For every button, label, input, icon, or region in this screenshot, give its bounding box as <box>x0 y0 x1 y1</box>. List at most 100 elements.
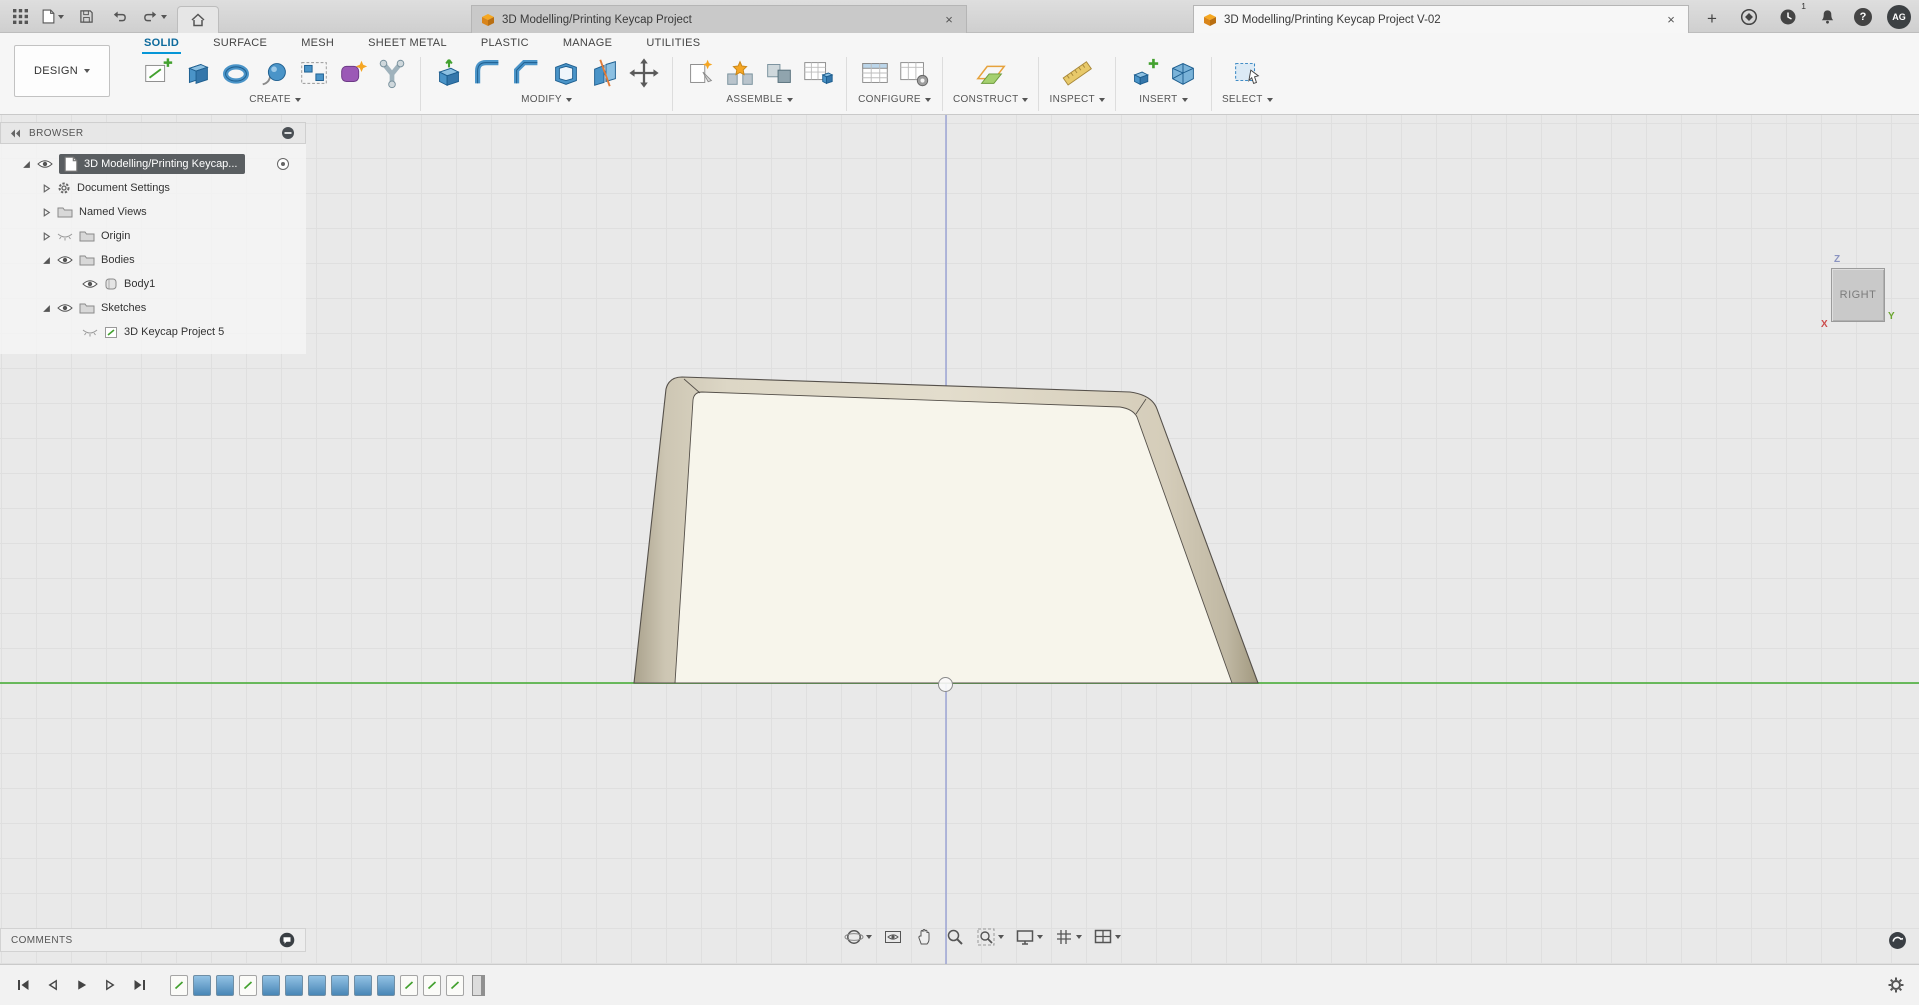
visibility-eye-icon[interactable] <box>82 279 98 289</box>
keycap-body[interactable] <box>634 377 1258 683</box>
user-avatar[interactable]: AG <box>1887 5 1911 29</box>
extrude-feature-icon[interactable] <box>285 975 303 996</box>
configure-icon[interactable] <box>857 55 893 91</box>
sketch-feature-icon[interactable] <box>239 975 257 996</box>
assemble-dropdown[interactable]: ASSEMBLE <box>726 94 792 105</box>
tab-utilities[interactable]: UTILITIES <box>644 35 702 54</box>
pipe-icon[interactable] <box>374 55 410 91</box>
step-forward-icon[interactable] <box>101 976 119 994</box>
job-status-icon[interactable]: 1 <box>1776 5 1800 29</box>
tab-solid[interactable]: SOLID <box>142 35 181 54</box>
collapsed-arrow-icon[interactable] <box>42 208 51 217</box>
look-at-icon[interactable] <box>881 925 905 949</box>
press-pull-icon[interactable] <box>431 55 467 91</box>
minimize-panel-icon[interactable] <box>281 126 295 140</box>
view-cube-face-label[interactable]: RIGHT <box>1840 289 1877 301</box>
sweep-icon[interactable] <box>257 55 293 91</box>
close-icon[interactable]: × <box>941 12 957 27</box>
revolve-icon[interactable] <box>218 55 254 91</box>
measure-icon[interactable] <box>1059 55 1095 91</box>
as-built-joint-icon[interactable] <box>761 55 797 91</box>
activate-component-radio[interactable] <box>276 157 290 171</box>
browser-item-document-settings[interactable]: Document Settings <box>0 176 306 200</box>
new-tab-button[interactable]: + <box>1700 5 1724 33</box>
derive-icon[interactable] <box>1126 55 1162 91</box>
create-dropdown[interactable]: CREATE <box>249 94 301 105</box>
play-icon[interactable] <box>72 976 90 994</box>
browser-item-body1[interactable]: Body1 <box>0 272 306 296</box>
step-back-icon[interactable] <box>43 976 61 994</box>
pattern-icon[interactable] <box>296 55 332 91</box>
inspect-dropdown[interactable]: INSPECT <box>1049 94 1104 105</box>
browser-header[interactable]: BROWSER <box>0 122 306 144</box>
collapsed-arrow-icon[interactable] <box>42 232 51 241</box>
extrude-icon[interactable] <box>179 55 215 91</box>
configure-dropdown[interactable]: CONFIGURE <box>858 94 931 105</box>
rigid-group-icon[interactable] <box>800 55 836 91</box>
browser-item-sketch[interactable]: 3D Keycap Project 5 <box>0 320 306 344</box>
select-dropdown[interactable]: SELECT <box>1222 94 1273 105</box>
redo-button[interactable] <box>142 9 167 24</box>
fit-icon[interactable] <box>974 925 1006 949</box>
skip-start-icon[interactable] <box>14 976 32 994</box>
tab-mesh[interactable]: MESH <box>299 35 336 54</box>
viewports-icon[interactable] <box>1091 925 1123 949</box>
new-component-icon[interactable] <box>683 55 719 91</box>
browser-item-named-views[interactable]: Named Views <box>0 200 306 224</box>
extrude-feature-icon[interactable] <box>377 975 395 996</box>
tab-manage[interactable]: MANAGE <box>561 35 614 54</box>
extrude-feature-icon[interactable] <box>354 975 372 996</box>
insert-dropdown[interactable]: INSERT <box>1139 94 1187 105</box>
origin-point[interactable] <box>938 677 953 692</box>
sketch-feature-icon[interactable] <box>446 975 464 996</box>
extrude-feature-icon[interactable] <box>331 975 349 996</box>
timeline-end-marker[interactable] <box>472 975 485 996</box>
document-tab[interactable]: 3D Modelling/Printing Keycap Project × <box>471 5 967 33</box>
sketch-feature-icon[interactable] <box>423 975 441 996</box>
grid-settings-icon[interactable] <box>1052 925 1084 949</box>
browser-item-sketches[interactable]: Sketches <box>0 296 306 320</box>
tab-surface[interactable]: SURFACE <box>211 35 269 54</box>
comments-bar[interactable]: COMMENTS <box>0 928 306 952</box>
sync-status-icon[interactable] <box>1888 931 1907 950</box>
pan-icon[interactable] <box>912 925 936 949</box>
modify-dropdown[interactable]: MODIFY <box>521 94 572 105</box>
orbit-icon[interactable] <box>842 925 874 949</box>
fillet-icon[interactable] <box>470 55 506 91</box>
visibility-eye-off-icon[interactable] <box>57 231 73 241</box>
viewport-canvas[interactable]: RIGHT Z Y X BROWSER 3D Modelling/Printin… <box>0 115 1919 964</box>
extrude-feature-icon[interactable] <box>308 975 326 996</box>
view-cube[interactable]: RIGHT Z Y X <box>1831 268 1885 322</box>
extrude-feature-icon[interactable] <box>193 975 211 996</box>
tab-plastic[interactable]: PLASTIC <box>479 35 531 54</box>
shell-icon[interactable] <box>548 55 584 91</box>
display-settings-icon[interactable] <box>1013 925 1045 949</box>
app-grid-icon[interactable] <box>8 5 32 29</box>
visibility-eye-icon[interactable] <box>57 303 73 313</box>
visibility-eye-icon[interactable] <box>37 159 53 169</box>
notifications-bell-icon[interactable] <box>1815 5 1839 29</box>
move-copy-icon[interactable] <box>626 55 662 91</box>
visibility-eye-icon[interactable] <box>57 255 73 265</box>
settings-gear-icon[interactable] <box>1887 976 1905 994</box>
browser-item-bodies[interactable]: Bodies <box>0 248 306 272</box>
expand-arrow-icon[interactable] <box>22 160 31 169</box>
extrude-feature-icon[interactable] <box>262 975 280 996</box>
comments-bubble-icon[interactable] <box>279 932 295 948</box>
insert-mesh-icon[interactable] <box>1165 55 1201 91</box>
create-sketch-icon[interactable] <box>140 55 176 91</box>
tab-sheet-metal[interactable]: SHEET METAL <box>366 35 449 54</box>
construct-plane-icon[interactable] <box>973 55 1009 91</box>
file-menu-button[interactable] <box>42 9 64 24</box>
chamfer-icon[interactable] <box>509 55 545 91</box>
browser-item-root[interactable]: 3D Modelling/Printing Keycap... <box>0 152 306 176</box>
close-icon[interactable]: × <box>1663 12 1679 27</box>
active-component-pill[interactable]: 3D Modelling/Printing Keycap... <box>59 154 245 174</box>
create-form-icon[interactable] <box>335 55 371 91</box>
configuration-table-icon[interactable] <box>896 55 932 91</box>
collapsed-arrow-icon[interactable] <box>42 184 51 193</box>
joint-icon[interactable] <box>722 55 758 91</box>
expand-arrow-icon[interactable] <box>42 304 51 313</box>
zoom-icon[interactable] <box>943 925 967 949</box>
extensions-icon[interactable] <box>1737 5 1761 29</box>
